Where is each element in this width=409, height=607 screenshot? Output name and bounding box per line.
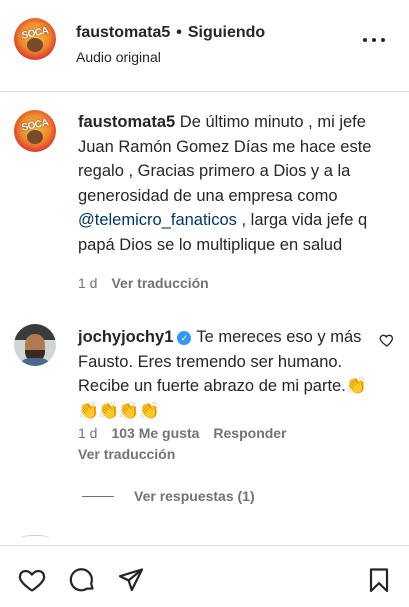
caption-time: 1 d [78,275,98,291]
comment-username[interactable]: jochyjochy1 [78,328,173,346]
more-options-icon[interactable] [363,38,385,44]
avatar-face [27,130,43,144]
comment-avatar[interactable] [14,324,56,366]
next-comment-peek [20,535,50,541]
reply-button[interactable]: Responder [213,425,286,441]
comment-text: jochyjochy1 ✓ Te mereces eso y más Fausto.… [78,325,372,423]
comment-icon[interactable] [68,566,96,594]
caption-translate-link[interactable]: Ver traducción [111,275,208,291]
like-heart-icon[interactable] [18,566,46,594]
follow-status[interactable]: Siguiendo [188,24,265,41]
share-icon[interactable] [117,566,145,594]
post-action-bar [0,545,409,607]
comment-likes[interactable]: 103 Me gusta [111,425,199,441]
caption-meta: 1 d Ver traducción [78,275,209,291]
comment-time: 1 d [78,425,98,441]
caption-username[interactable]: faustomata5 [78,113,175,131]
header-username[interactable]: faustomata5 [76,24,170,41]
replies-divider-line [82,495,114,497]
header-user-line: faustomata5 • Siguiendo [76,24,265,42]
caption-mention-link[interactable]: @telemicro_fanaticos [78,211,237,229]
caption-avatar[interactable]: SOCA [14,110,56,152]
header-divider [0,91,409,92]
verified-badge-icon: ✓ [177,331,192,345]
comment-like-heart-icon[interactable] [379,332,395,348]
avatar-face [27,38,43,52]
audio-label[interactable]: Audio original [76,49,161,65]
caption-text: faustomata5 De último minuto , mi jefe J… [78,110,396,257]
comment-translate-link[interactable]: Ver traducción [78,446,175,462]
view-replies-label[interactable]: Ver respuestas (1) [134,488,255,504]
comment-meta: 1 d 103 Me gusta Responder [78,425,301,441]
bookmark-icon[interactable] [365,566,393,594]
header-separator: • [176,24,182,41]
post-header: SOCA faustomata5 • Siguiendo Audio origina… [0,0,409,80]
view-replies[interactable]: Ver respuestas (1) [82,488,255,504]
header-avatar[interactable]: SOCA [14,18,56,60]
